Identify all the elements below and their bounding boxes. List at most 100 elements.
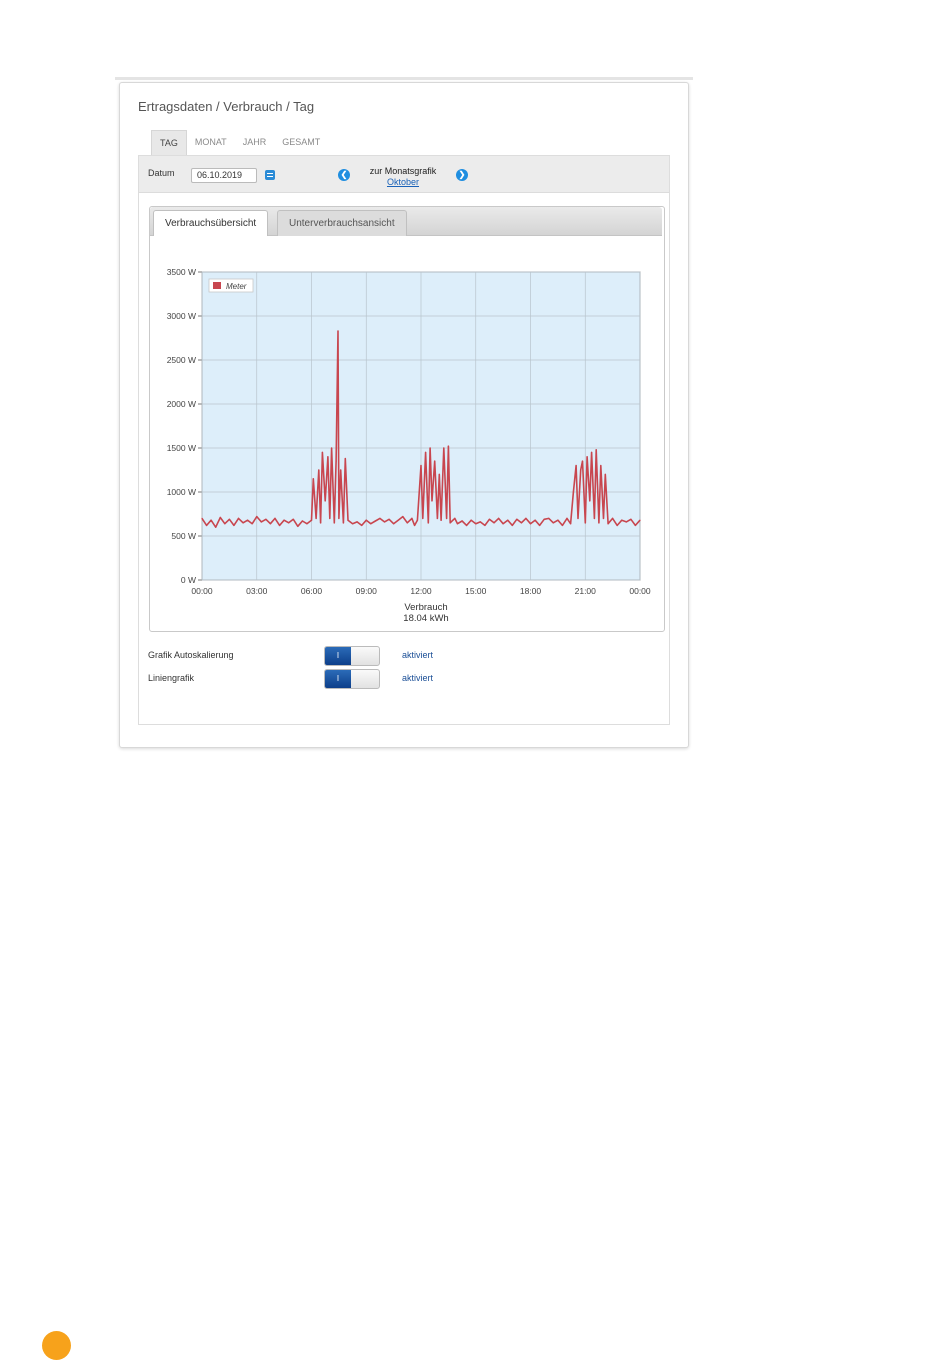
data-point: [534, 519, 536, 521]
x-tick-label: 03:00: [246, 586, 268, 596]
data-point: [306, 523, 308, 525]
data-point: [581, 460, 584, 462]
data-point: [425, 451, 427, 453]
linechart-state: aktiviert: [402, 673, 434, 683]
data-point: [630, 518, 632, 520]
data-point: [310, 519, 313, 521]
data-point: [251, 523, 253, 525]
data-point: [604, 473, 606, 475]
data-point: [557, 519, 559, 521]
data-point: [265, 518, 267, 520]
data-point: [498, 517, 500, 519]
data-point: [443, 447, 445, 449]
data-point: [543, 518, 545, 520]
data-point: [388, 518, 390, 520]
month-chart-link[interactable]: Oktober: [359, 177, 447, 187]
data-point: [525, 517, 527, 519]
data-point: [470, 519, 472, 521]
data-point: [274, 517, 276, 519]
view-tabs: Verbrauchsübersicht Unterverbrauchsansic…: [150, 207, 662, 236]
data-point: [446, 517, 448, 519]
data-point: [352, 523, 354, 525]
data-point: [484, 524, 486, 526]
data-point: [297, 525, 299, 527]
chart-box: Verbrauchsübersicht Unterverbrauchsansic…: [149, 206, 665, 632]
data-point: [260, 521, 262, 523]
data-point: [379, 517, 381, 519]
data-point: [593, 517, 595, 519]
data-point: [449, 522, 451, 524]
data-point: [321, 451, 323, 453]
linechart-toggle[interactable]: I: [324, 669, 380, 689]
data-point: [414, 524, 416, 526]
tab-unterverbrauchsansicht[interactable]: Unterverbrauchsansicht: [277, 210, 407, 236]
y-tick-label: 2500 W: [167, 355, 196, 365]
data-point: [625, 521, 627, 523]
data-point: [335, 460, 337, 462]
data-point: [586, 456, 588, 458]
data-point: [237, 517, 240, 519]
data-point: [438, 473, 440, 475]
calendar-icon[interactable]: [265, 170, 275, 180]
data-point: [548, 517, 550, 519]
data-point: [347, 519, 349, 521]
autoscale-toggle[interactable]: I: [324, 646, 380, 666]
data-point: [575, 465, 577, 467]
data-point: [570, 523, 572, 525]
data-point: [602, 517, 605, 519]
data-point: [431, 500, 433, 502]
prev-month-button[interactable]: ❮: [338, 169, 350, 181]
data-point: [427, 522, 429, 524]
data-point: [340, 469, 342, 471]
data-point: [356, 521, 358, 523]
tab-gesamt[interactable]: GESAMT: [274, 130, 328, 155]
data-point: [342, 522, 344, 524]
data-point: [320, 522, 322, 524]
summary-value: 18.04 kWh: [403, 613, 448, 624]
data-point: [600, 465, 602, 467]
tab-tag[interactable]: TAG: [151, 130, 187, 155]
data-point: [242, 522, 244, 524]
data-point: [572, 491, 574, 493]
data-point: [333, 522, 335, 524]
y-tick-label: 500 W: [171, 531, 196, 541]
data-point: [318, 469, 320, 471]
page-marker-dot: [42, 1331, 71, 1360]
next-month-button[interactable]: ❯: [456, 169, 468, 181]
data-point: [329, 517, 331, 519]
chevron-right-icon: ❯: [458, 170, 466, 179]
tab-monat[interactable]: MONAT: [187, 130, 235, 155]
data-point: [210, 519, 212, 521]
date-input[interactable]: [191, 168, 257, 183]
data-point: [219, 516, 221, 519]
data-point: [634, 524, 636, 526]
data-point: [406, 522, 408, 524]
yield-data-panel: Ertragsdaten / Verbrauch / Tag TAG MONAT…: [119, 82, 689, 748]
data-point: [327, 456, 329, 458]
data-point: [206, 524, 208, 526]
tab-verbrauchsuebersicht[interactable]: Verbrauchsübersicht: [153, 210, 269, 236]
data-point: [639, 519, 641, 521]
data-point: [595, 449, 597, 451]
data-point: [344, 458, 346, 460]
data-point: [233, 524, 235, 526]
page-title: Ertragsdaten / Verbrauch / Tag: [138, 99, 315, 114]
data-point: [436, 517, 438, 519]
tab-jahr[interactable]: JAHR: [235, 130, 275, 155]
data-point: [338, 517, 340, 519]
data-point: [447, 445, 449, 447]
data-point: [292, 518, 294, 520]
data-point: [502, 523, 504, 525]
data-point: [337, 330, 339, 332]
y-tick-label: 3000 W: [167, 311, 196, 321]
data-point: [256, 516, 258, 518]
linechart-label: Liniengrafik: [148, 673, 195, 683]
period-tabs: TAG MONAT JAHR GESAMT: [151, 130, 328, 155]
data-point: [279, 524, 281, 526]
data-point: [269, 523, 271, 525]
data-point: [201, 517, 203, 519]
data-point: [374, 520, 376, 522]
data-point: [288, 522, 290, 524]
data-point: [493, 522, 495, 524]
data-point: [607, 523, 609, 525]
